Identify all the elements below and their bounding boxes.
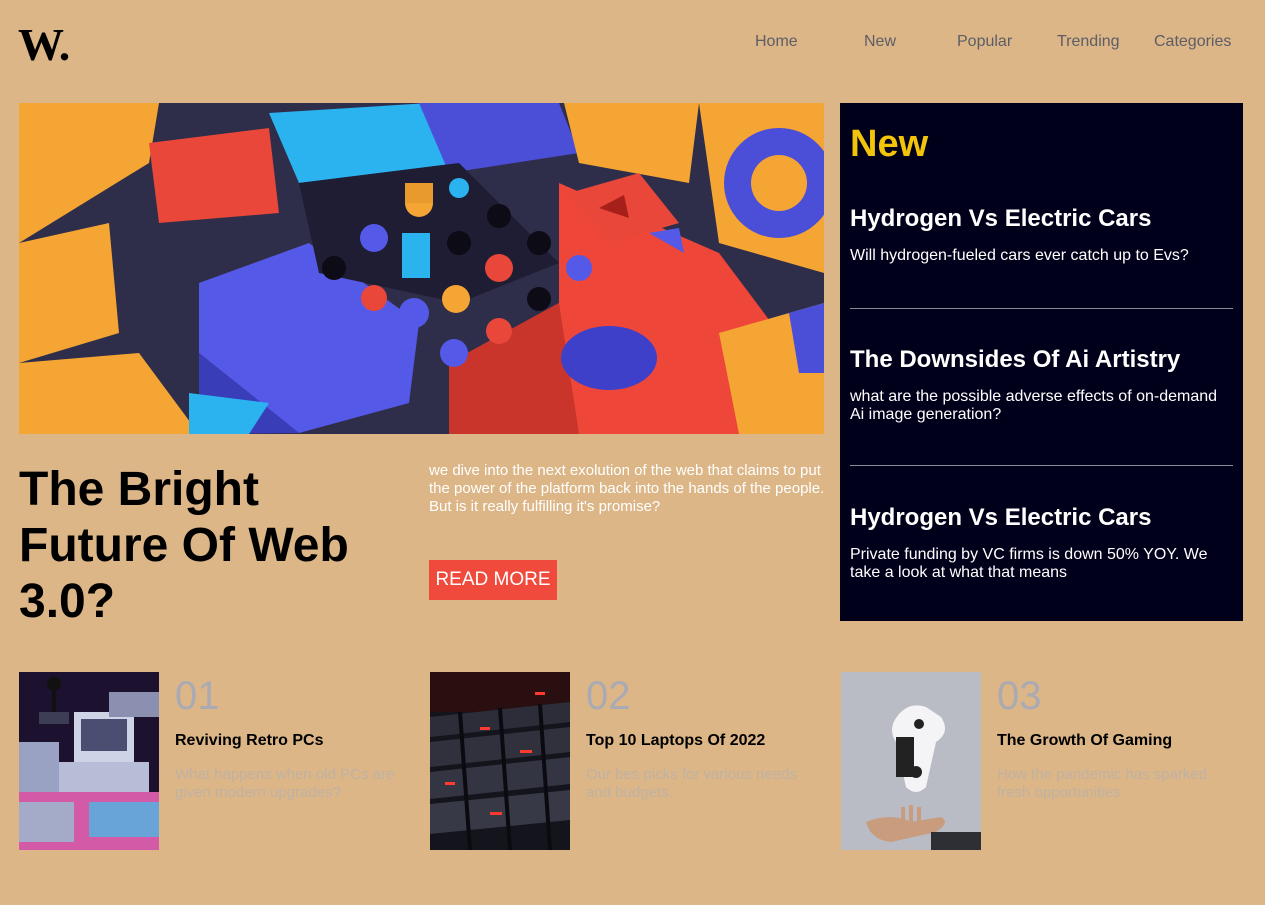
game-controller-image[interactable] [841, 672, 981, 850]
nav-new[interactable]: New [864, 33, 896, 51]
article-title[interactable]: The Growth Of Gaming [997, 732, 1172, 750]
article-card[interactable]: 01 Reviving Retro PCs What happens when … [19, 672, 419, 850]
nav-popular[interactable]: Popular [957, 33, 1012, 51]
article-description: What happens when old PCs are given mode… [175, 766, 395, 801]
new-item-text: Private funding by VC firms is down 50% … [850, 546, 1208, 581]
hero-title[interactable]: The Bright Future Of Web 3.0? [19, 462, 399, 630]
article-number: 03 [997, 674, 1042, 718]
new-item-title[interactable]: Hydrogen Vs Electric Cars [850, 504, 1233, 532]
article-title[interactable]: Top 10 Laptops Of 2022 [586, 732, 765, 750]
nav-trending[interactable]: Trending [1057, 33, 1120, 51]
article-description: How the pandemic has sparked fresh oppor… [997, 766, 1208, 801]
article-card[interactable]: 02 Top 10 Laptops Of 2022 Our bes picks … [430, 672, 830, 850]
new-item[interactable]: Hydrogen Vs Electric Cars Will hydrogen-… [850, 205, 1233, 265]
hero-image[interactable] [19, 103, 824, 434]
new-item-text: Will hydrogen-fueled cars ever catch up … [850, 247, 1189, 264]
new-item-title[interactable]: Hydrogen Vs Electric Cars [850, 205, 1233, 233]
nav-categories[interactable]: Categories [1154, 33, 1231, 51]
article-number: 01 [175, 674, 220, 718]
divider [850, 465, 1233, 466]
new-item-title[interactable]: The Downsides Of Ai Artistry [850, 346, 1233, 374]
new-articles-panel: New Hydrogen Vs Electric Cars Will hydro… [840, 103, 1243, 621]
article-card[interactable]: 03 The Growth Of Gaming How the pandemic… [841, 672, 1241, 850]
main-nav: Home New Popular Trending Categories [0, 33, 1265, 53]
hero-description: we dive into the next exolution of the w… [429, 462, 825, 515]
new-item[interactable]: Hydrogen Vs Electric Cars Private fundin… [850, 504, 1233, 582]
read-more-button[interactable]: READ MORE [429, 560, 557, 600]
nav-home[interactable]: Home [755, 33, 798, 51]
laptop-keyboard-image[interactable] [430, 672, 570, 850]
article-number: 02 [586, 674, 631, 718]
divider [850, 308, 1233, 309]
article-description: Our bes picks for various needs and budg… [586, 766, 797, 801]
new-item[interactable]: The Downsides Of Ai Artistry what are th… [850, 346, 1233, 424]
new-item-text: what are the possible adverse effects of… [850, 388, 1218, 423]
retro-pc-image[interactable] [19, 672, 159, 850]
article-title[interactable]: Reviving Retro PCs [175, 732, 323, 750]
new-heading: New [850, 123, 929, 165]
